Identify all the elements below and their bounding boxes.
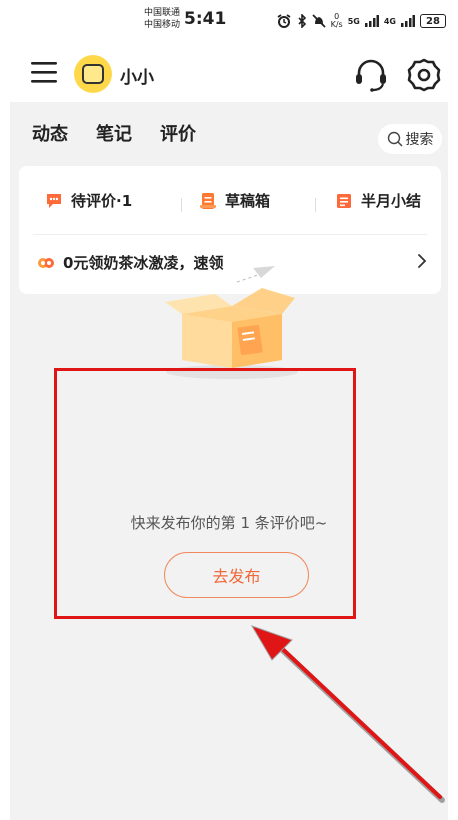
username[interactable]: 小小 [120, 63, 154, 88]
net-speed-unit: K/s [330, 20, 343, 29]
separator [181, 198, 182, 212]
status-bar: 中国联通 中国移动 5:41 0 K/s 5G 4G 28 [0, 0, 458, 44]
search-button[interactable]: 搜索 [378, 124, 442, 154]
coupon-icon [38, 257, 54, 268]
carrier-2: 中国移动 [144, 20, 181, 30]
mute-icon [311, 14, 326, 28]
separator [315, 198, 316, 212]
signal-4g-label: 4G [383, 16, 396, 26]
avatar-face-icon [82, 64, 104, 84]
menu-icon[interactable] [30, 60, 58, 84]
app-header: 小小 [0, 44, 458, 102]
settings-icon[interactable] [406, 57, 442, 93]
highlight-box [54, 368, 356, 619]
carrier-1: 中国联通 [144, 8, 181, 18]
card-divider [33, 234, 427, 235]
drafts-icon [200, 192, 216, 209]
search-label: 搜索 [405, 132, 434, 148]
tab-label: 笔记 [96, 124, 132, 145]
net-speed: 0 K/s [331, 13, 343, 29]
bluetooth-icon [298, 14, 306, 28]
chat-bubble-icon [47, 193, 61, 208]
signal-5g-label: 5G [347, 16, 360, 26]
tab-label: 动态 [32, 124, 68, 145]
search-icon [387, 131, 403, 147]
status-icons: 0 K/s 5G 4G 28 [276, 11, 446, 31]
alarm-icon [277, 14, 291, 28]
customer-service-icon[interactable] [354, 58, 388, 92]
pending-review-link[interactable]: 待评价·1 [45, 190, 132, 211]
empty-box-illustration [165, 266, 298, 379]
tab-bar: 动态 笔记 评价 [32, 120, 224, 148]
half-month-summary-link[interactable]: 半月小结 [335, 190, 421, 211]
avatar[interactable] [74, 55, 112, 93]
carrier-labels: 中国联通 中国移动 [144, 7, 180, 31]
drafts-label: 草稿箱 [225, 192, 271, 210]
battery-indicator: 28 [420, 14, 446, 28]
tab-notes[interactable]: 笔记 [96, 120, 132, 146]
tab-label: 评价 [160, 124, 196, 145]
clock: 5:41 [184, 9, 227, 29]
pending-review-label: 待评价·1 [71, 192, 133, 210]
chevron-right-icon[interactable] [415, 252, 429, 270]
tab-reviews[interactable]: 评价 [160, 120, 196, 148]
half-month-summary-label: 半月小结 [361, 192, 422, 210]
summary-icon [337, 193, 351, 208]
signal-bars-icon [364, 15, 379, 27]
tab-dynamics[interactable]: 动态 [32, 120, 68, 146]
signal-bars-icon [401, 15, 415, 27]
drafts-link[interactable]: 草稿箱 [199, 190, 270, 211]
